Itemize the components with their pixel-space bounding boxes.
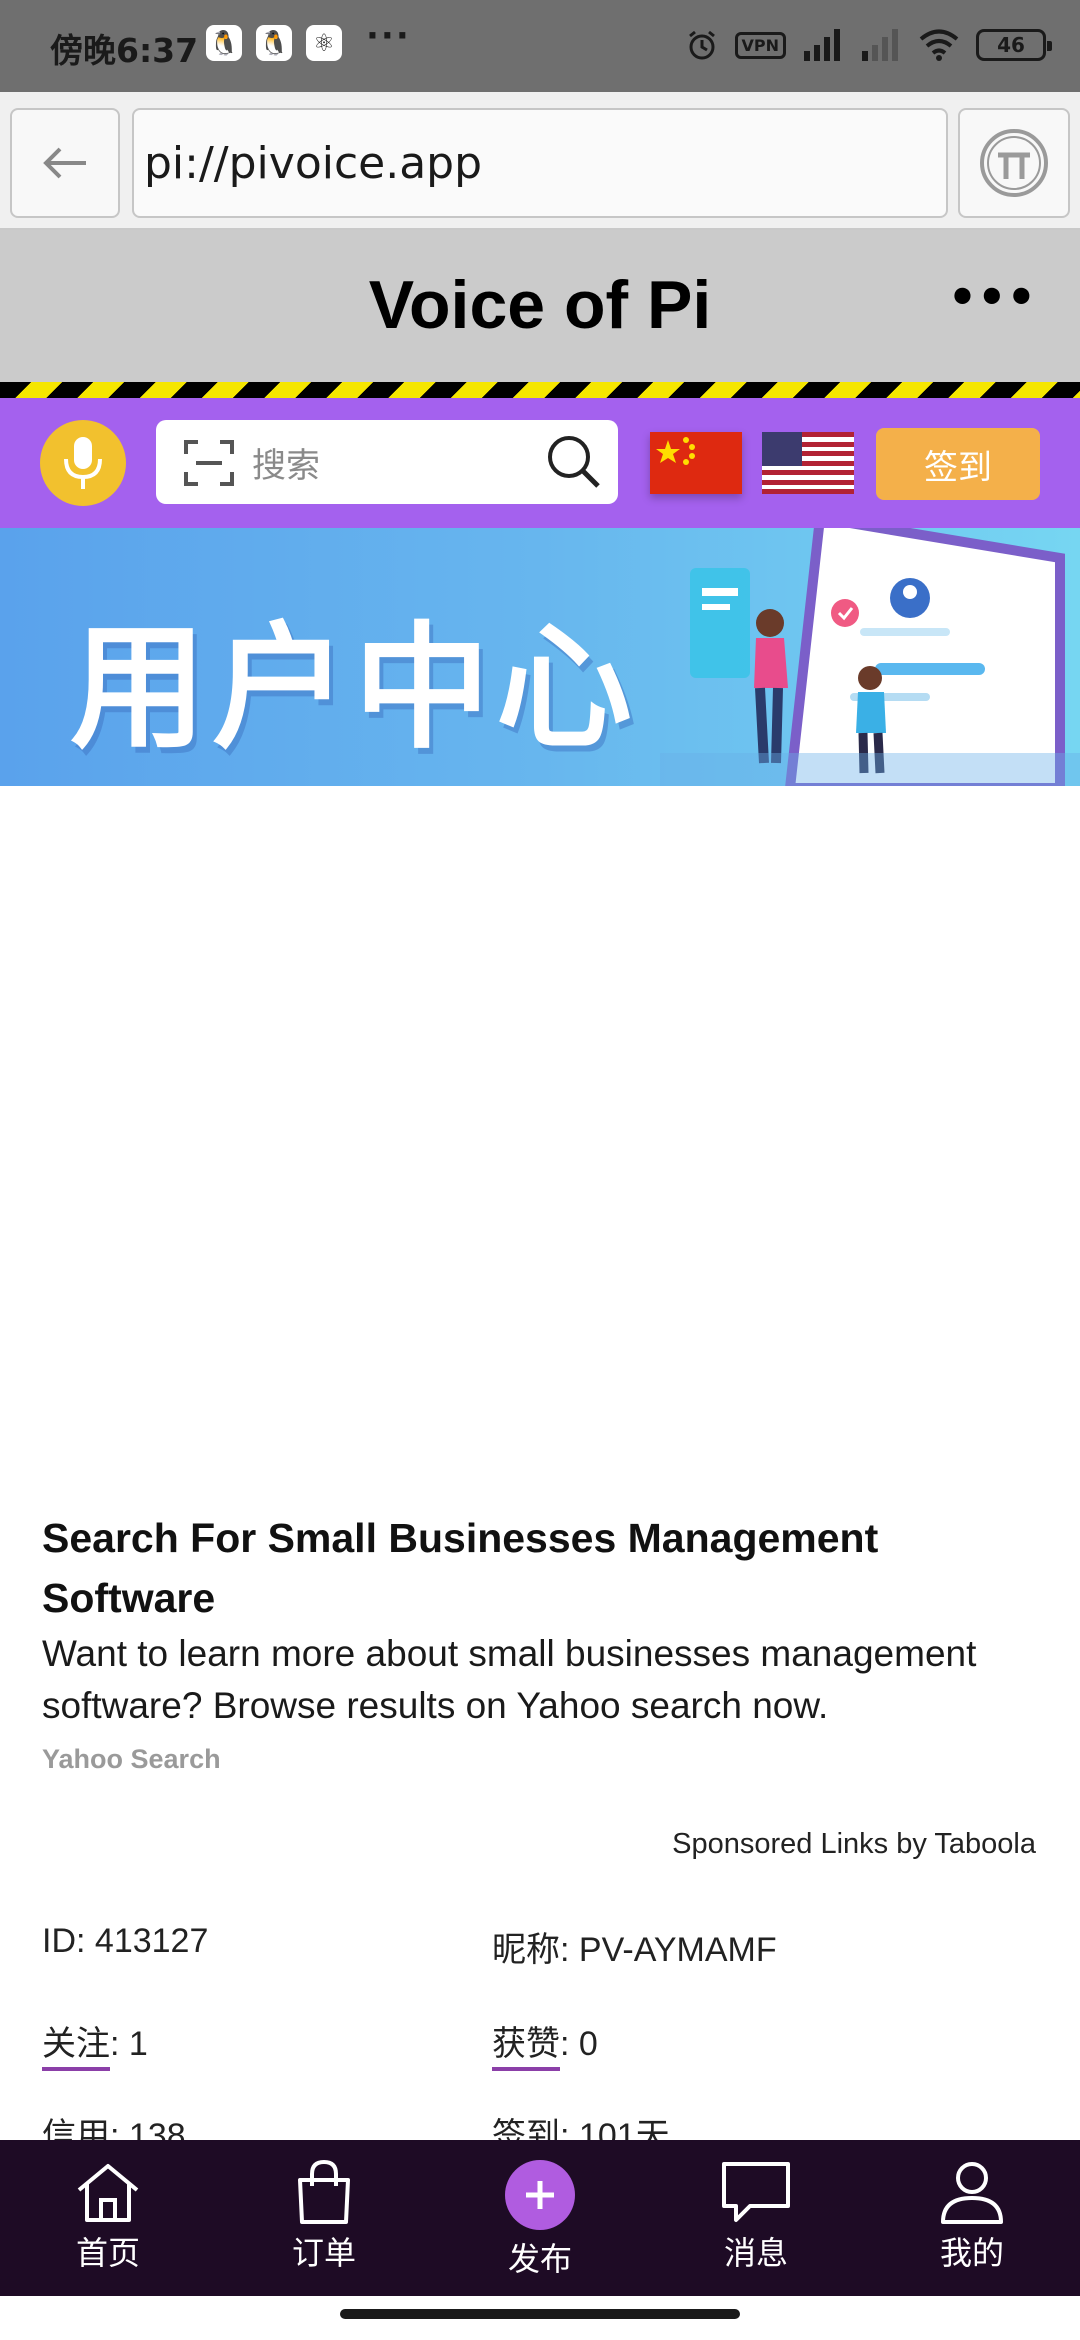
battery-icon: 46	[976, 29, 1052, 61]
nickname-label: 昵称:	[492, 1931, 570, 1969]
us-flag-icon[interactable]	[762, 432, 854, 494]
id-value: 413127	[94, 1922, 209, 1960]
id-label: ID:	[42, 1922, 86, 1960]
profile-nickname: 昵称: PV-AYMAMF	[492, 1922, 777, 1971]
bottom-navigation: 首页 订单 发布 消息 我的	[0, 2140, 1080, 2296]
nickname-value: PV-AYMAMF	[578, 1931, 777, 1969]
nav-messages[interactable]: 消息	[648, 2140, 864, 2296]
profile-id: ID: 413127	[42, 1922, 208, 1961]
checkin-button[interactable]: 签到	[876, 428, 1040, 500]
likes-link[interactable]: 获赞	[492, 2025, 560, 2071]
china-flag-icon[interactable]	[650, 432, 742, 494]
nav-home-label: 首页	[75, 2234, 140, 2272]
arrow-left-icon	[43, 147, 86, 179]
qq-icon: 🐧	[256, 25, 292, 61]
signal-weak-icon	[862, 29, 898, 61]
url-field[interactable]: pi://pivoice.app	[132, 108, 948, 218]
profile-likes: 获赞: 0	[492, 2016, 598, 2071]
nav-profile-label: 我的	[939, 2234, 1004, 2272]
hazard-stripe-divider	[0, 382, 1080, 398]
back-button[interactable]	[10, 108, 120, 218]
profile-follow: 关注: 1	[42, 2016, 148, 2071]
nav-home[interactable]: 首页	[0, 2140, 216, 2296]
app-header: Voice of Pi •••	[0, 230, 1080, 382]
pi-logo-icon	[980, 129, 1048, 197]
alarm-icon	[688, 30, 715, 60]
banner-title: 用户中心	[70, 610, 638, 768]
likes-value: : 0	[560, 2025, 598, 2063]
search-toolbar: 搜索 签到	[0, 398, 1080, 528]
follow-link[interactable]: 关注	[42, 2025, 110, 2071]
status-time: 傍晚6:37	[50, 31, 199, 70]
people-illustration-icon	[660, 528, 1080, 786]
scan-icon[interactable]	[184, 438, 234, 488]
nav-publish[interactable]: 发布	[432, 2140, 648, 2296]
voice-button[interactable]	[40, 420, 126, 506]
chat-icon	[722, 2162, 790, 2222]
nav-publish-label: 发布	[507, 2240, 572, 2278]
ad-source: Yahoo Search	[42, 1744, 221, 1774]
vpn-icon: VPN	[734, 31, 786, 59]
follow-value: : 1	[110, 2025, 148, 2063]
wifi-icon	[919, 29, 959, 61]
nav-messages-label: 消息	[723, 2234, 788, 2272]
app-title: Voice of Pi	[368, 267, 712, 343]
nav-orders[interactable]: 订单	[216, 2140, 432, 2296]
atom-app-icon: ⚛	[306, 25, 342, 61]
qq-icon: 🐧	[206, 25, 242, 61]
microphone-icon	[64, 437, 102, 489]
ad-title-link[interactable]: Search For Small Businesses Management S…	[42, 1508, 1002, 1628]
user-icon	[941, 2162, 1003, 2224]
status-bar: 傍晚6:37 🐧 🐧 ⚛ ··· VPN 46	[0, 0, 1080, 92]
search-icon[interactable]	[544, 432, 604, 492]
pi-browser-button[interactable]	[958, 108, 1070, 218]
url-text: pi://pivoice.app	[144, 137, 483, 189]
signal-icon	[804, 29, 840, 61]
sponsored-links-label[interactable]: Sponsored Links by Taboola	[672, 1828, 1036, 1861]
plus-icon	[505, 2160, 575, 2230]
home-indicator[interactable]	[340, 2309, 740, 2319]
nav-orders-label: 订单	[291, 2234, 356, 2272]
home-icon	[77, 2164, 139, 2222]
status-more: ···	[366, 16, 411, 56]
shopping-bag-icon	[298, 2160, 350, 2224]
more-options-icon[interactable]: •••	[948, 270, 1036, 324]
user-center-banner: 用户中心	[0, 528, 1080, 786]
search-placeholder: 搜索	[252, 446, 320, 486]
ad-description[interactable]: Want to learn more about small businesse…	[42, 1628, 1052, 1732]
search-input[interactable]: 搜索	[156, 420, 618, 504]
nav-profile[interactable]: 我的	[864, 2140, 1080, 2296]
browser-address-bar: pi://pivoice.app	[0, 92, 1080, 230]
